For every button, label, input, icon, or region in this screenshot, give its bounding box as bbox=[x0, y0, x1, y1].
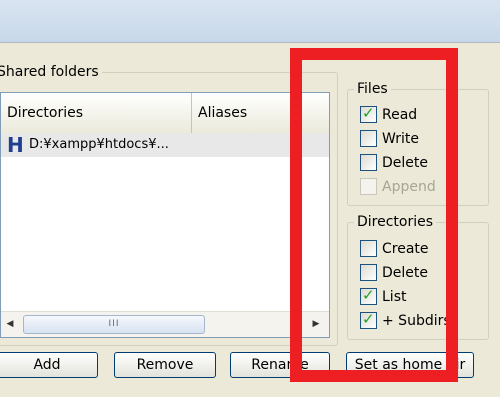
column-header-directories[interactable]: Directories bbox=[1, 93, 192, 133]
list-header: Directories Aliases bbox=[1, 93, 329, 134]
scroll-left-icon[interactable]: ◀ bbox=[1, 316, 19, 333]
red-highlight-box bbox=[290, 48, 458, 382]
table-row[interactable]: H D:¥xampp¥htdocs¥... bbox=[1, 133, 329, 157]
directory-cell: D:¥xampp¥htdocs¥... bbox=[29, 137, 169, 152]
horizontal-scrollbar[interactable]: ◀ III ▶ bbox=[1, 311, 329, 337]
window-top-bar bbox=[0, 0, 500, 43]
shared-folders-title: Shared folders bbox=[0, 64, 102, 80]
shared-folders-list[interactable]: Directories Aliases H D:¥xampp¥htdocs¥..… bbox=[0, 92, 330, 338]
folder-h-icon: H bbox=[7, 133, 24, 157]
remove-button[interactable]: Remove bbox=[114, 352, 216, 378]
add-button[interactable]: Add bbox=[0, 352, 98, 378]
scroll-thumb[interactable]: III bbox=[23, 315, 205, 334]
